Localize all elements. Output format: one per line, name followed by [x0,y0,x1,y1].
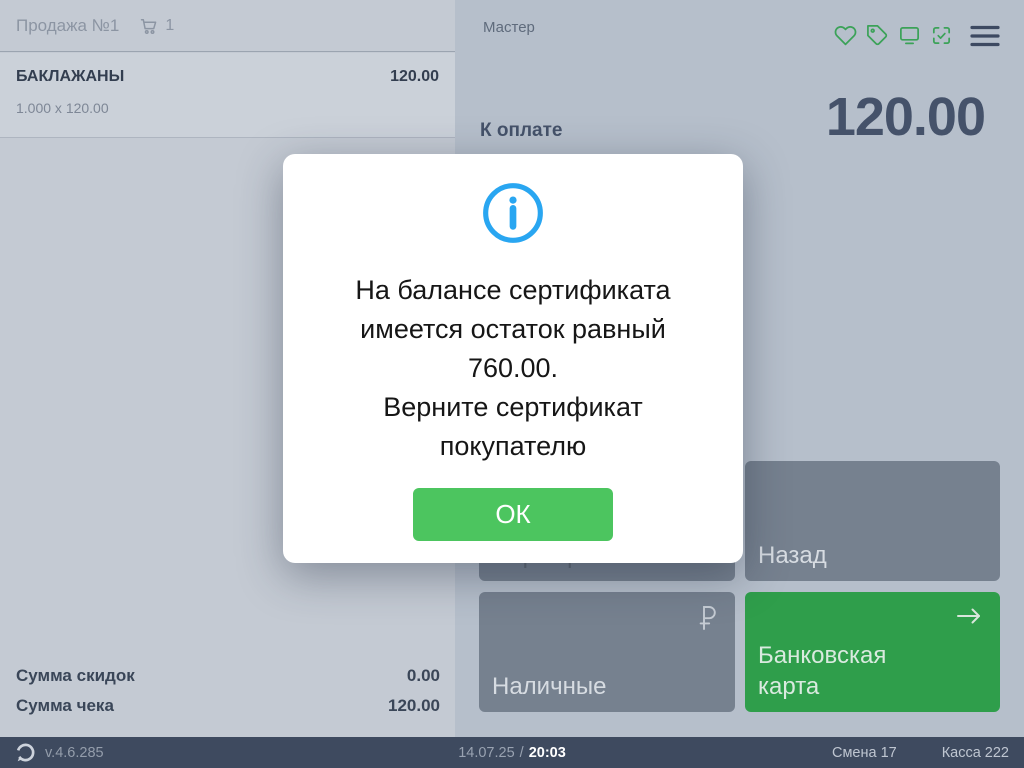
discount-value: 0.00 [407,661,440,691]
item-quantity-detail: 1.000 x 120.00 [16,100,439,116]
amount-due-label: К оплате [480,120,562,142]
info-dialog: На балансе сертификата имеется остаток р… [283,154,743,563]
info-icon [480,180,546,246]
sale-title: Продажа №1 [16,16,119,36]
toolbar-icons [834,24,1000,47]
datetime-divider: / [520,745,524,761]
bank-card-button-label: Банковская карта [758,640,908,702]
amount-due-value: 120.00 [826,86,985,148]
dialog-message: На балансе сертификата имеется остаток р… [283,271,743,466]
heart-icon[interactable] [834,24,857,47]
cart-icon [139,16,159,36]
shift-number: Смена 17 [832,745,897,761]
datetime-block: 14.07.25 / 20:03 [458,745,566,761]
item-name: БАКЛАЖАНЫ [16,68,124,86]
arrow-right-icon [953,604,985,628]
receipt-summary: Сумма скидок 0.00 Сумма чека 120.00 [16,661,440,721]
display-icon[interactable] [898,24,921,47]
tag-icon[interactable] [866,24,889,47]
back-button-label: Назад [758,540,827,571]
app-version: v.4.6.285 [45,745,104,761]
cash-button-label: Наличные [492,671,606,702]
back-button[interactable]: Назад [745,461,1000,581]
receipt-header: Продажа №1 1 [0,0,455,52]
cart-count: 1 [165,17,174,35]
item-price: 120.00 [390,68,439,86]
receipt-total-row: Сумма чека 120.00 [16,691,440,721]
status-date: 14.07.25 [458,745,514,761]
cashier-name: Мастер [483,19,535,36]
register-number: Касса 222 [942,745,1009,761]
bank-card-payment-button[interactable]: Банковская карта [745,592,1000,712]
hamburger-menu-icon[interactable] [970,25,1000,47]
scan-check-icon[interactable] [930,24,953,47]
cash-payment-button[interactable]: Наличные [479,592,735,712]
register-block: Смена 17 Касса 222 [832,745,1009,761]
discount-label: Сумма скидок [16,661,135,691]
status-time: 20:03 [529,745,566,761]
evotor-logo-icon [15,742,36,763]
status-bar: v.4.6.285 14.07.25 / 20:03 Смена 17 Касса … [0,737,1024,768]
ruble-icon [694,604,720,632]
receipt-total-label: Сумма чека [16,691,114,721]
pos-screen: Продажа №1 1 БАКЛАЖАНЫ 120.00 1.000 x 12… [0,0,1024,768]
cart-status: 1 [139,16,174,36]
version-block: v.4.6.285 [0,742,104,763]
discount-row: Сумма скидок 0.00 [16,661,440,691]
receipt-total-value: 120.00 [388,691,440,721]
ok-button[interactable]: ОК [413,488,613,541]
receipt-item-row[interactable]: БАКЛАЖАНЫ 120.00 1.000 x 120.00 [0,53,455,138]
